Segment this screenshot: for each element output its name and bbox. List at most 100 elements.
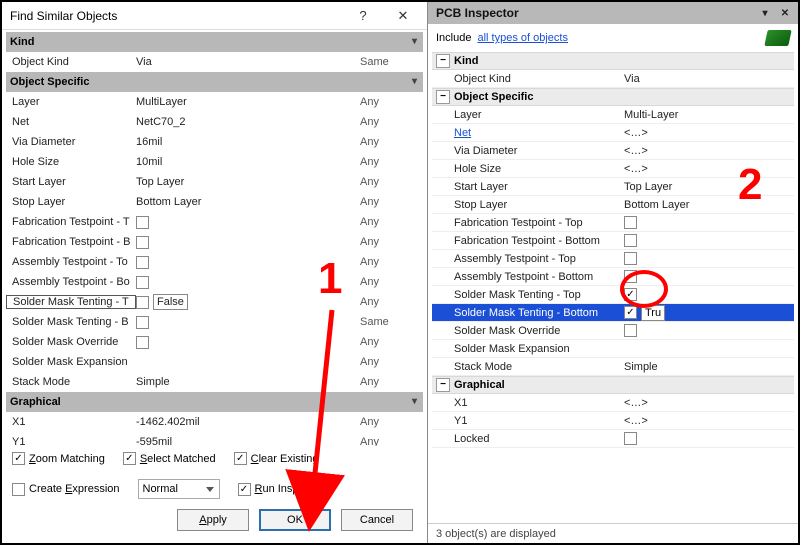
prop-value[interactable] (624, 234, 794, 247)
trow-net[interactable]: Net <…> (432, 124, 794, 142)
section-graphical[interactable]: Graphical ▾ (6, 392, 423, 412)
prop-value[interactable]: Multi-Layer (624, 109, 794, 121)
prop-value[interactable]: Via (624, 73, 794, 85)
value-input[interactable]: False (153, 294, 188, 310)
prop-value[interactable]: Bottom Layer (136, 196, 356, 208)
row-stop-layer[interactable]: Stop Layer Bottom Layer Any (6, 192, 423, 212)
prop-filter[interactable]: Any (356, 436, 414, 446)
checkbox-icon[interactable] (238, 483, 251, 496)
trow-start-layer[interactable]: Start Layer Top Layer (432, 178, 794, 196)
collapse-icon[interactable]: − (436, 54, 450, 68)
checkbox-icon[interactable] (624, 324, 637, 337)
prop-value[interactable] (136, 336, 356, 349)
trow-y1[interactable]: Y1 <…> (432, 412, 794, 430)
checkbox-icon[interactable] (624, 270, 637, 283)
trow-stack-mode[interactable]: Stack Mode Simple (432, 358, 794, 376)
trow-layer[interactable]: Layer Multi-Layer (432, 106, 794, 124)
mode-dropdown[interactable]: Normal (138, 479, 220, 499)
checkbox-icon[interactable] (624, 288, 637, 301)
prop-value[interactable]: Tru (624, 305, 794, 321)
prop-filter[interactable]: Any (356, 96, 414, 108)
prop-value[interactable]: 16mil (136, 136, 356, 148)
checkbox-icon[interactable] (123, 452, 136, 465)
prop-value[interactable]: Via (136, 56, 356, 68)
prop-value[interactable] (624, 270, 794, 283)
tsection-kind[interactable]: − Kind (432, 52, 794, 70)
section-kind[interactable]: Kind ▾ (6, 32, 423, 52)
row-hole-size[interactable]: Hole Size 10mil Any (6, 152, 423, 172)
prop-value[interactable] (136, 216, 356, 229)
prop-value[interactable]: -595mil (136, 436, 356, 446)
row-net[interactable]: Net NetC70_2 Any (6, 112, 423, 132)
checkbox-icon[interactable] (12, 483, 25, 496)
prop-value[interactable]: NetC70_2 (136, 116, 356, 128)
checkbox-icon[interactable] (136, 336, 149, 349)
prop-value[interactable]: Simple (136, 376, 356, 388)
trow-asm-tp-top[interactable]: Assembly Testpoint - Top (432, 250, 794, 268)
opt-mode-select[interactable]: Normal (138, 479, 220, 499)
prop-filter[interactable]: Any (356, 176, 414, 188)
prop-value[interactable]: False (136, 294, 356, 310)
section-object-specific[interactable]: Object Specific ▾ (6, 72, 423, 92)
opt-select-matched[interactable]: Select Matched (123, 452, 216, 465)
checkbox-icon[interactable] (136, 236, 149, 249)
tsection-graphical[interactable]: − Graphical (432, 376, 794, 394)
prop-filter[interactable]: Any (356, 296, 414, 308)
row-smt-bottom[interactable]: Solder Mask Tenting - B Same (6, 312, 423, 332)
trow-fab-tp-bottom[interactable]: Fabrication Testpoint - Bottom (432, 232, 794, 250)
checkbox-icon[interactable] (136, 296, 149, 309)
prop-filter[interactable]: Any (356, 356, 414, 368)
opt-run-inspector[interactable]: Run Inspector (238, 479, 324, 499)
prop-value[interactable]: <…> (624, 163, 794, 175)
trow-sm-override[interactable]: Solder Mask Override (432, 322, 794, 340)
prop-value[interactable]: Simple (624, 361, 794, 373)
row-layer[interactable]: Layer MultiLayer Any (6, 92, 423, 112)
prop-value[interactable]: Top Layer (136, 176, 356, 188)
row-start-layer[interactable]: Start Layer Top Layer Any (6, 172, 423, 192)
trow-x1[interactable]: X1 <…> (432, 394, 794, 412)
prop-value[interactable]: <…> (624, 127, 794, 139)
row-smt-top[interactable]: Solder Mask Tenting - T False Any (6, 292, 423, 312)
collapse-icon[interactable]: − (436, 90, 450, 104)
opt-create-expression[interactable]: Create Expression (12, 479, 120, 499)
trow-via-diameter[interactable]: Via Diameter <…> (432, 142, 794, 160)
checkbox-icon[interactable] (624, 216, 637, 229)
prop-filter[interactable]: Any (356, 136, 414, 148)
prop-filter[interactable]: Same (356, 56, 414, 68)
prop-value[interactable]: Top Layer (624, 181, 794, 193)
prop-filter[interactable]: Any (356, 116, 414, 128)
prop-filter[interactable]: Any (356, 276, 414, 288)
prop-value[interactable]: -1462.402mil (136, 416, 356, 428)
prop-value[interactable]: MultiLayer (136, 96, 356, 108)
ok-button[interactable]: OK (259, 509, 331, 531)
prop-filter[interactable]: Any (356, 196, 414, 208)
checkbox-icon[interactable] (624, 234, 637, 247)
prop-filter[interactable]: Same (356, 316, 414, 328)
trow-sm-expansion[interactable]: Solder Mask Expansion (432, 340, 794, 358)
trow-locked[interactable]: Locked (432, 430, 794, 448)
checkbox-icon[interactable] (624, 306, 637, 319)
row-sm-expansion[interactable]: Solder Mask Expansion Any (6, 352, 423, 372)
checkbox-icon[interactable] (12, 452, 25, 465)
prop-value[interactable]: 10mil (136, 156, 356, 168)
checkbox-icon[interactable] (136, 256, 149, 269)
prop-value[interactable] (624, 324, 794, 337)
trow-stop-layer[interactable]: Stop Layer Bottom Layer (432, 196, 794, 214)
net-link[interactable]: Net (454, 127, 471, 139)
prop-value[interactable] (624, 252, 794, 265)
row-asm-tp-top[interactable]: Assembly Testpoint - To Any (6, 252, 423, 272)
help-button[interactable]: ? (343, 4, 383, 28)
collapse-icon[interactable]: − (436, 378, 450, 392)
close-button[interactable]: ✕ (383, 4, 423, 28)
row-via-diameter[interactable]: Via Diameter 16mil Any (6, 132, 423, 152)
trow-smt-top[interactable]: Solder Mask Tenting - Top (432, 286, 794, 304)
row-stack-mode[interactable]: Stack Mode Simple Any (6, 372, 423, 392)
row-sm-override[interactable]: Solder Mask Override Any (6, 332, 423, 352)
row-x1[interactable]: X1 -1462.402mil Any (6, 412, 423, 432)
trow-asm-tp-bottom[interactable]: Assembly Testpoint - Bottom (432, 268, 794, 286)
prop-value[interactable] (136, 276, 356, 289)
apply-button[interactable]: Apply (177, 509, 249, 531)
prop-value[interactable] (624, 216, 794, 229)
prop-filter[interactable]: Any (356, 336, 414, 348)
prop-filter[interactable]: Any (356, 376, 414, 388)
